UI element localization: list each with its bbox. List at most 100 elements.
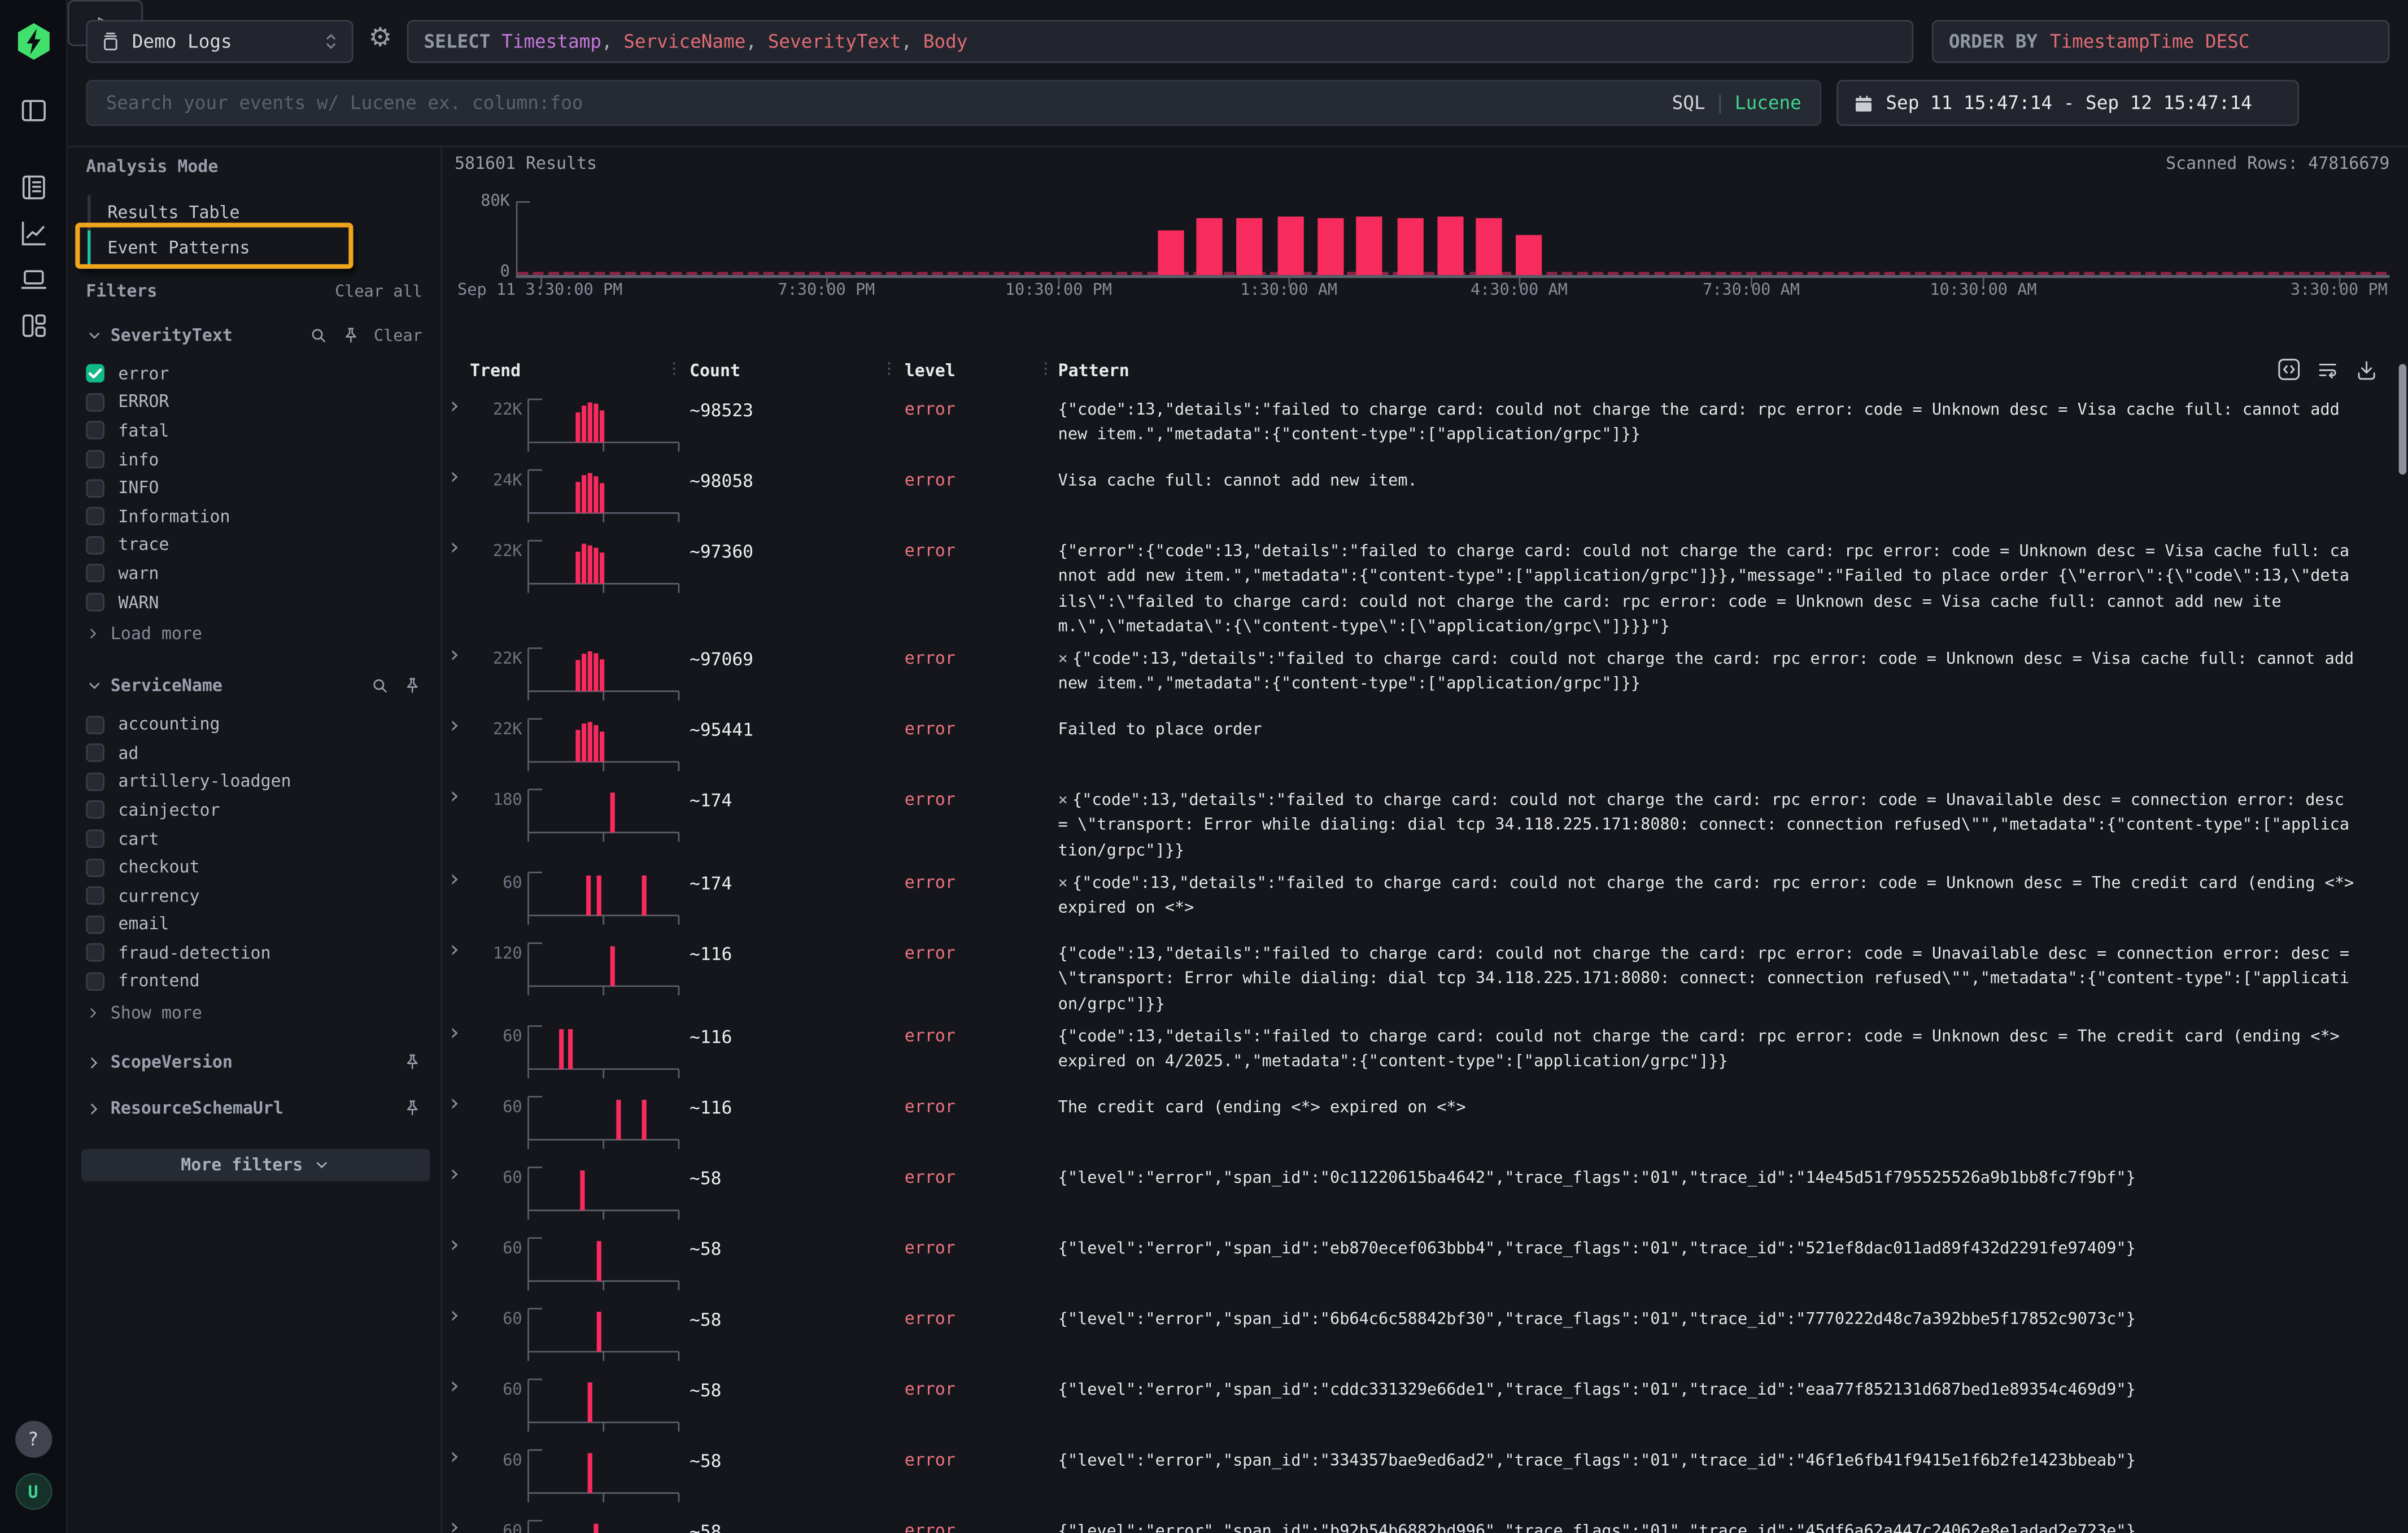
analysis-mode-event-patterns[interactable]: Event Patterns <box>88 230 348 266</box>
row-expander-icon[interactable]: › <box>450 1513 459 1533</box>
service-option-fraud-detection[interactable]: fraud-detection <box>86 939 440 968</box>
checkbox[interactable] <box>86 715 104 734</box>
severity-option-info[interactable]: INFO <box>86 474 440 503</box>
severity-option-warn[interactable]: WARN <box>86 588 440 617</box>
show-more-button[interactable]: Show more <box>86 999 440 1026</box>
checkbox[interactable] <box>86 479 104 498</box>
code-view-icon[interactable] <box>2276 356 2302 382</box>
service-option-checkout[interactable]: checkout <box>86 853 440 882</box>
pattern-row[interactable]: ›60~58error{"level":"error","span_id":"b… <box>442 1512 2389 1533</box>
severity-option-error[interactable]: ERROR <box>86 388 440 417</box>
severity-option-information[interactable]: Information <box>86 502 440 531</box>
histogram-bar[interactable] <box>1317 217 1343 275</box>
filter-group-scopeversion[interactable]: ScopeVersion <box>86 1053 422 1073</box>
severity-option-error[interactable]: error <box>86 359 440 388</box>
checkbox[interactable] <box>86 421 104 440</box>
severity-option-fatal[interactable]: fatal <box>86 416 440 445</box>
checkbox[interactable] <box>86 507 104 526</box>
histogram-bar[interactable] <box>1437 217 1463 275</box>
checkbox[interactable] <box>86 744 104 763</box>
row-expander-icon[interactable]: › <box>450 1230 459 1258</box>
histogram-bar[interactable] <box>1236 218 1262 275</box>
severity-option-warn[interactable]: warn <box>86 559 440 588</box>
histogram-bar[interactable] <box>1397 217 1423 275</box>
checkbox[interactable] <box>86 887 104 905</box>
checkbox[interactable] <box>86 772 104 791</box>
service-option-cart[interactable]: cart <box>86 825 440 853</box>
row-expander-icon[interactable]: › <box>450 935 459 963</box>
histogram-bar[interactable] <box>1515 236 1541 275</box>
pin-icon[interactable] <box>342 326 361 346</box>
row-expander-icon[interactable]: › <box>450 391 459 419</box>
pattern-row[interactable]: ›120~116error{"code":13,"details":"faile… <box>442 934 2389 1017</box>
pattern-row[interactable]: ›22K~97069error×{"code":13,"details":"fa… <box>442 639 2389 710</box>
download-icon[interactable] <box>2354 357 2379 382</box>
filter-group-servicename[interactable]: ServiceName <box>86 676 422 696</box>
column-header-level[interactable]: level <box>905 361 956 381</box>
filter-group-resourceschemaurl[interactable]: ResourceSchemaUrl <box>86 1099 422 1118</box>
search-input[interactable]: Search your events w/ Lucene ex. column:… <box>86 80 1821 126</box>
pattern-row[interactable]: ›60~116errorThe credit card (ending <*> … <box>442 1087 2389 1158</box>
wrap-text-icon[interactable] <box>2316 357 2341 382</box>
pattern-row[interactable]: ›22K~98523error{"code":13,"details":"fai… <box>442 390 2389 461</box>
row-expander-icon[interactable]: › <box>450 463 459 490</box>
checkbox[interactable] <box>86 972 104 991</box>
results-histogram[interactable]: 80K 0 Sep 11 3:30:00 PM7:30:00 PM10:30:0… <box>455 192 2389 303</box>
pattern-row[interactable]: ›60~174error×{"code":13,"details":"faile… <box>442 864 2389 934</box>
histogram-bar[interactable] <box>1197 218 1223 275</box>
column-header-trend[interactable]: Trend <box>470 361 521 381</box>
daterange-picker[interactable]: Sep 11 15:47:14 - Sep 12 15:47:14 <box>1836 80 2299 126</box>
dashboards-icon[interactable] <box>18 310 48 341</box>
checkbox[interactable] <box>86 801 104 820</box>
row-expander-icon[interactable]: › <box>450 533 459 561</box>
histogram-bar[interactable] <box>1476 218 1502 275</box>
pattern-row[interactable]: ›24K~98058errorVisa cache full: cannot a… <box>442 461 2389 532</box>
panel-collapse-icon[interactable] <box>18 95 48 126</box>
chart-explorer-icon[interactable] <box>18 218 48 249</box>
orderby-editor[interactable]: ORDER BY TimestampTime DESC <box>1932 20 2389 63</box>
column-header-count[interactable]: Count <box>690 361 740 381</box>
histogram-bar[interactable] <box>1158 230 1184 275</box>
service-option-artillery-loadgen[interactable]: artillery-loadgen <box>86 767 440 796</box>
service-option-accounting[interactable]: accounting <box>86 710 440 739</box>
checkbox[interactable] <box>86 830 104 848</box>
user-avatar[interactable]: U <box>15 1473 51 1510</box>
clear-severity-button[interactable]: Clear <box>374 326 422 345</box>
checkbox[interactable] <box>86 944 104 963</box>
histogram-plot[interactable]: Sep 11 3:30:00 PM7:30:00 PM10:30:00 PM1:… <box>516 201 2390 278</box>
column-drag-icon[interactable]: ⋮ <box>882 361 897 378</box>
row-expander-icon[interactable]: › <box>450 1301 459 1329</box>
row-expander-icon[interactable]: › <box>450 865 459 892</box>
column-drag-icon[interactable]: ⋮ <box>1038 361 1053 378</box>
scrollbar-thumb[interactable] <box>2399 364 2407 474</box>
select-query-editor[interactable]: SELECT Timestamp, ServiceName, SeverityT… <box>407 20 1914 63</box>
row-expander-icon[interactable]: › <box>450 1018 459 1046</box>
row-expander-icon[interactable]: › <box>450 782 459 810</box>
hyperdx-logo-icon[interactable] <box>13 21 53 62</box>
filter-group-severitytext[interactable]: SeverityText Clear <box>86 326 422 346</box>
pin-icon[interactable] <box>402 1099 422 1118</box>
row-expander-icon[interactable]: › <box>450 1442 459 1470</box>
source-select[interactable]: Demo Logs <box>86 20 353 63</box>
sessions-icon[interactable] <box>18 264 48 295</box>
pattern-row[interactable]: ›60~116error{"code":13,"details":"failed… <box>442 1017 2389 1087</box>
service-option-email[interactable]: email <box>86 910 440 939</box>
checkbox[interactable] <box>86 858 104 877</box>
checkbox[interactable] <box>86 593 104 612</box>
language-lucene-toggle[interactable]: Lucene <box>1735 92 1801 114</box>
histogram-bar[interactable] <box>1356 217 1382 275</box>
service-option-currency[interactable]: currency <box>86 882 440 911</box>
pin-icon[interactable] <box>402 676 422 696</box>
service-option-cainjector[interactable]: cainjector <box>86 796 440 825</box>
search-icon[interactable] <box>309 326 329 346</box>
checkbox[interactable] <box>86 450 104 469</box>
row-expander-icon[interactable]: › <box>450 1371 459 1399</box>
search-logs-icon[interactable] <box>18 172 48 203</box>
pattern-row[interactable]: ›60~58error{"level":"error","span_id":"6… <box>442 1300 2389 1370</box>
severity-option-info[interactable]: info <box>86 445 440 474</box>
service-option-frontend[interactable]: frontend <box>86 967 440 996</box>
load-more-button[interactable]: Load more <box>86 620 440 647</box>
language-sql-toggle[interactable]: SQL <box>1672 92 1705 114</box>
checkbox[interactable] <box>86 564 104 583</box>
service-option-ad[interactable]: ad <box>86 739 440 768</box>
